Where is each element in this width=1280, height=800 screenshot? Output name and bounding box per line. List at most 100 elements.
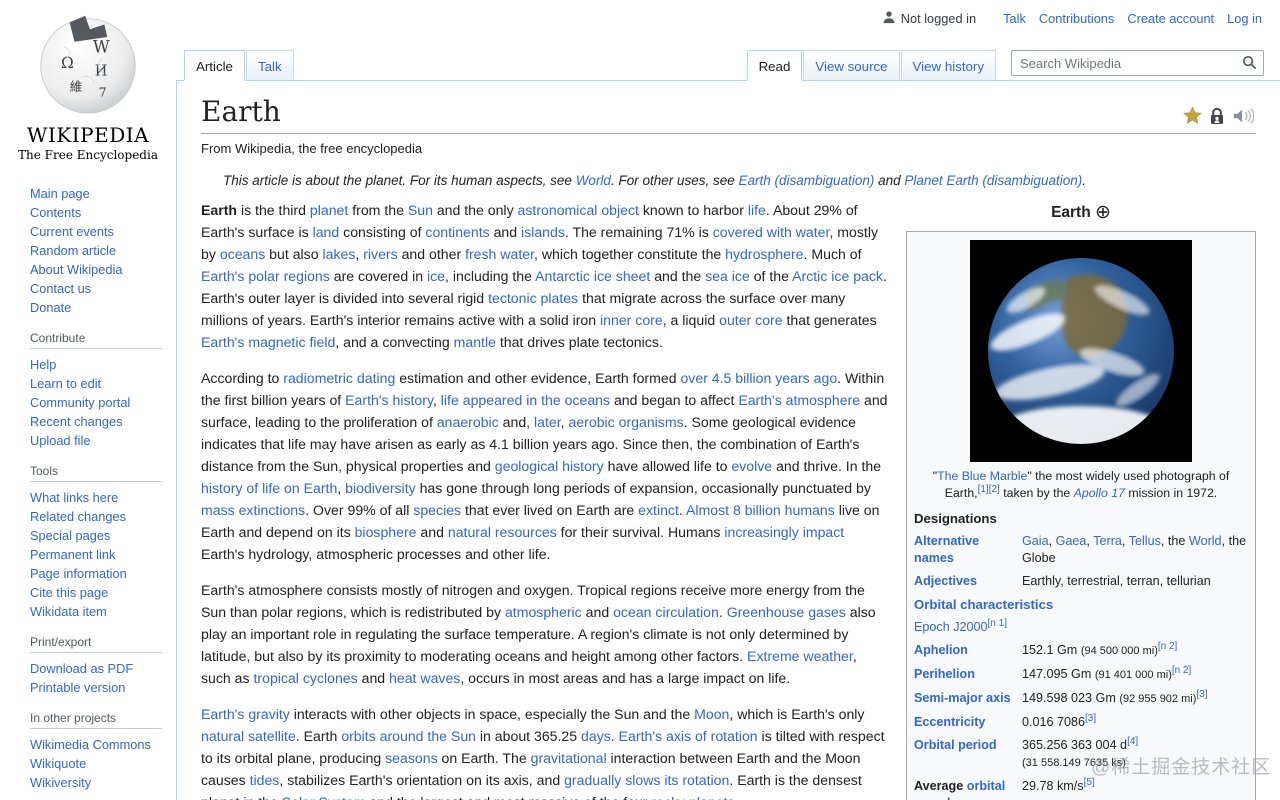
sidebar-link-wikiversity[interactable]: Wikiversity	[30, 775, 91, 790]
tab-view-history[interactable]: View history	[900, 50, 996, 81]
wiki-link[interactable]: [3]	[1085, 713, 1096, 724]
sidebar-link-community-portal[interactable]: Community portal	[30, 395, 130, 410]
sidebar-link-wikidata-item[interactable]: Wikidata item	[30, 604, 107, 619]
personal-link-contributions[interactable]: Contributions	[1039, 11, 1114, 26]
sidebar-link-special-pages[interactable]: Special pages	[30, 528, 110, 543]
wiki-link[interactable]: atmospheric	[505, 604, 582, 620]
wiki-link[interactable]: Extreme weather	[747, 648, 853, 664]
wiki-link[interactable]: tropical cyclones	[254, 670, 358, 686]
wiki-link[interactable]: [n 1]	[988, 618, 1007, 629]
blue-marble-earth-image[interactable]	[970, 240, 1192, 462]
reference-marker[interactable]: [5]	[1084, 777, 1095, 788]
wiki-link[interactable]: Arctic ice pack	[792, 268, 883, 284]
wiki-link[interactable]: biosphere	[355, 524, 417, 540]
wiki-link[interactable]: World	[1189, 534, 1222, 548]
wiki-link[interactable]: natural resources	[448, 524, 557, 540]
sidebar-link-cite-this-page[interactable]: Cite this page	[30, 585, 108, 600]
wiki-link[interactable]: ice	[427, 268, 445, 284]
wiki-link[interactable]: Epoch J2000	[914, 620, 988, 634]
wiki-link[interactable]: days	[581, 728, 611, 744]
wiki-link[interactable]: evolve	[731, 458, 772, 474]
wiki-link[interactable]: oceans	[220, 246, 265, 262]
wiki-link[interactable]: anaerobic	[437, 414, 499, 430]
wiki-link[interactable]: Solar System	[282, 794, 366, 800]
wiki-link[interactable]: tides	[250, 772, 280, 788]
wiki-link[interactable]: hydrosphere	[725, 246, 803, 262]
tab-article[interactable]: Article	[184, 50, 245, 81]
wiki-link[interactable]: mass extinctions	[201, 502, 305, 518]
sidebar-link-contents[interactable]: Contents	[30, 205, 81, 220]
wiki-link[interactable]: Planet Earth (disambiguation)	[904, 173, 1082, 188]
search-input[interactable]	[1011, 50, 1264, 76]
wiki-link[interactable]: fresh water	[465, 246, 534, 262]
wiki-link[interactable]: heat waves	[389, 670, 460, 686]
wiki-link[interactable]: gradually slows its rotation	[564, 772, 729, 788]
featured-article-star-icon[interactable]	[1183, 106, 1202, 125]
wiki-link[interactable]: Sun	[408, 202, 433, 218]
wikipedia-logo[interactable]: W Ω И 維 7 WIKIPEDIA The Free Encyclopedi…	[0, 0, 176, 162]
wiki-link[interactable]: Eccentricity	[914, 715, 985, 729]
wiki-link[interactable]: Terra	[1093, 534, 1122, 548]
wiki-link[interactable]: rocky planets	[651, 794, 734, 800]
wiki-link[interactable]: history of life on Earth	[201, 480, 337, 496]
wiki-link[interactable]: gravitational	[531, 750, 607, 766]
reference-marker[interactable]: [n 2]	[1158, 641, 1177, 652]
sidebar-link-donate[interactable]: Donate	[30, 300, 71, 315]
wiki-link[interactable]: Almost 8 billion humans	[686, 502, 835, 518]
sidebar-link-download-as-pdf[interactable]: Download as PDF	[30, 661, 133, 676]
wiki-link[interactable]: over 4.5 billion years ago	[680, 370, 837, 386]
wiki-link[interactable]: species	[413, 502, 461, 518]
reference-marker[interactable]: [1]	[978, 483, 989, 494]
wiki-link[interactable]: [5]	[1084, 777, 1095, 788]
wiki-link[interactable]: Apollo 17	[1074, 486, 1125, 500]
wiki-link[interactable]: [n 2]	[1158, 641, 1177, 652]
wiki-link[interactable]: increasingly impact	[724, 524, 844, 540]
wiki-link[interactable]: Aphelion	[914, 643, 968, 657]
wiki-link[interactable]: life appeared in the oceans	[441, 392, 610, 408]
wiki-link[interactable]: extinct	[638, 502, 679, 518]
wiki-link[interactable]: sea ice	[705, 268, 750, 284]
wiki-link[interactable]: planet	[310, 202, 348, 218]
wiki-link[interactable]: orbits around the Sun	[341, 728, 476, 744]
personal-link-talk[interactable]: Talk	[1003, 11, 1026, 26]
wiki-link[interactable]: [3]	[1196, 689, 1207, 700]
reference-marker[interactable]: [2]	[989, 483, 1000, 494]
sidebar-link-wikiquote[interactable]: Wikiquote	[30, 756, 86, 771]
sidebar-link-recent-changes[interactable]: Recent changes	[30, 414, 122, 429]
wiki-link[interactable]: Earth's magnetic field	[201, 334, 335, 350]
wiki-link[interactable]: outer core	[719, 312, 782, 328]
tab-view-source[interactable]: View source	[803, 50, 900, 81]
wiki-link[interactable]: geological history	[495, 458, 604, 474]
wiki-link[interactable]: Orbital period	[914, 738, 997, 752]
page-protection-lock-icon[interactable]	[1209, 107, 1225, 125]
wiki-link[interactable]: covered with water	[713, 224, 830, 240]
wiki-link[interactable]: tectonic plates	[488, 290, 578, 306]
wiki-link[interactable]: Earth's axis of rotation	[619, 728, 758, 744]
wiki-link[interactable]: astronomical object	[518, 202, 639, 218]
personal-link-log-in[interactable]: Log in	[1227, 11, 1262, 26]
personal-link-create-account[interactable]: Create account	[1127, 11, 1214, 26]
sidebar-link-main-page[interactable]: Main page	[30, 186, 90, 201]
wiki-link[interactable]: [1]	[978, 483, 989, 494]
reference-marker[interactable]: [3]	[1196, 689, 1207, 700]
wiki-link[interactable]: World	[576, 173, 611, 188]
reference-marker[interactable]: [4]	[1127, 736, 1138, 747]
sidebar-link-contact-us[interactable]: Contact us	[30, 281, 91, 296]
wiki-link[interactable]: Earth (disambiguation)	[739, 173, 875, 188]
wiki-link[interactable]: Greenhouse gases	[727, 604, 846, 620]
wiki-link[interactable]: later	[534, 414, 561, 430]
wiki-link[interactable]: Gaea	[1056, 534, 1087, 548]
wiki-link[interactable]: Earth's polar regions	[201, 268, 330, 284]
wiki-link[interactable]: seasons	[385, 750, 438, 766]
sidebar-link-printable-version[interactable]: Printable version	[30, 680, 125, 695]
listen-audio-icon[interactable]	[1232, 107, 1254, 125]
sidebar-link-about-wikipedia[interactable]: About Wikipedia	[30, 262, 122, 277]
sidebar-link-related-changes[interactable]: Related changes	[30, 509, 126, 524]
wiki-link[interactable]: radiometric dating	[283, 370, 395, 386]
wiki-link[interactable]: life	[748, 202, 766, 218]
tab-talk[interactable]: Talk	[245, 50, 294, 81]
wiki-link[interactable]: ocean circulation	[613, 604, 719, 620]
wiki-link[interactable]: Earth's atmosphere	[738, 392, 860, 408]
wiki-link[interactable]: Orbital characteristics	[914, 597, 1053, 612]
sidebar-link-upload-file[interactable]: Upload file	[30, 433, 90, 448]
